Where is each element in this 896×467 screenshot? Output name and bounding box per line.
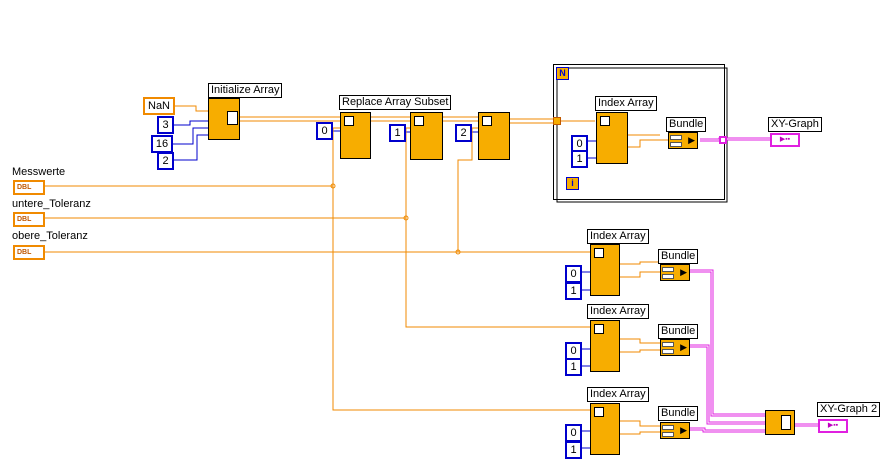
replace-index-2[interactable]: 2 — [455, 124, 472, 142]
dim-constant-2[interactable]: 16 — [151, 135, 173, 153]
index-constant-1[interactable]: 1 — [565, 441, 582, 459]
loop-iteration-terminal: i — [566, 177, 579, 190]
loop-input-tunnel — [553, 117, 561, 125]
xy-graph-2-label: XY-Graph 2 — [817, 402, 881, 417]
index-array-label: Index Array — [595, 96, 657, 111]
index-array-label: Index Array — [587, 387, 649, 402]
loop-output-tunnel — [719, 136, 727, 144]
array-icon — [414, 116, 424, 126]
replace-array-subset-node-3[interactable] — [478, 112, 510, 160]
bundle-label: Bundle — [658, 406, 699, 421]
replace-array-subset-node-2[interactable] — [410, 112, 443, 160]
index-array-node-1[interactable] — [596, 112, 628, 164]
index-constant-1[interactable]: 1 — [571, 150, 588, 168]
wire-layer — [44, 67, 818, 449]
xy-graph-label: XY-Graph — [768, 117, 822, 132]
replace-array-subset-node-1[interactable] — [340, 112, 371, 159]
replace-index-0[interactable]: 0 — [316, 122, 333, 140]
array-icon — [227, 111, 238, 125]
bundle-label: Bundle — [658, 324, 699, 339]
dbl-terminal-untere-toleranz[interactable]: DBL — [13, 212, 45, 227]
bundle-label: Bundle — [658, 249, 699, 264]
bundle-label: Bundle — [666, 117, 707, 132]
bundle-node-1[interactable]: ▶ — [668, 132, 698, 149]
array-icon — [594, 407, 604, 417]
bundle-node-3[interactable]: ▶ — [660, 339, 690, 356]
dim-constant-3[interactable]: 2 — [157, 152, 174, 170]
initialize-array-label: Initialize Array — [208, 83, 283, 98]
xy-graph-2-terminal[interactable]: ▶▪▪ — [818, 419, 848, 433]
replace-array-subset-label: Replace Array Subset — [339, 95, 452, 110]
dim-constant-1[interactable]: 3 — [157, 116, 174, 134]
loop-count-terminal[interactable]: N — [556, 67, 569, 80]
replace-index-1[interactable]: 1 — [389, 124, 406, 142]
array-icon — [600, 116, 610, 126]
build-array-node[interactable] — [765, 410, 795, 435]
index-constant-1[interactable]: 1 — [565, 282, 582, 300]
nan-constant[interactable]: NaN — [143, 97, 176, 115]
input-label-messwerte: Messwerte — [12, 166, 66, 178]
input-label-untere-toleranz: untere_Toleranz — [12, 198, 91, 210]
index-array-node-4[interactable] — [590, 403, 620, 455]
index-constant-0[interactable]: 0 — [565, 424, 582, 442]
index-constant-1[interactable]: 1 — [565, 358, 582, 376]
index-array-label: Index Array — [587, 304, 649, 319]
initialize-array-node[interactable] — [208, 98, 240, 140]
array-icon — [344, 116, 354, 126]
index-array-label: Index Array — [587, 229, 649, 244]
index-array-node-3[interactable] — [590, 320, 620, 372]
index-array-node-2[interactable] — [590, 244, 620, 296]
array-icon — [594, 324, 604, 334]
dbl-terminal-obere-toleranz[interactable]: DBL — [13, 245, 45, 260]
bundle-node-2[interactable]: ▶ — [660, 264, 690, 281]
array-icon — [594, 248, 604, 258]
index-constant-0[interactable]: 0 — [565, 265, 582, 283]
dbl-terminal-messwerte[interactable]: DBL — [13, 180, 45, 195]
array-icon — [781, 415, 791, 430]
xy-graph-terminal[interactable]: ▶▪▪ — [770, 133, 800, 147]
bundle-node-4[interactable]: ▶ — [660, 422, 690, 439]
array-icon — [482, 116, 492, 126]
input-label-obere-toleranz: obere_Toleranz — [12, 230, 88, 242]
